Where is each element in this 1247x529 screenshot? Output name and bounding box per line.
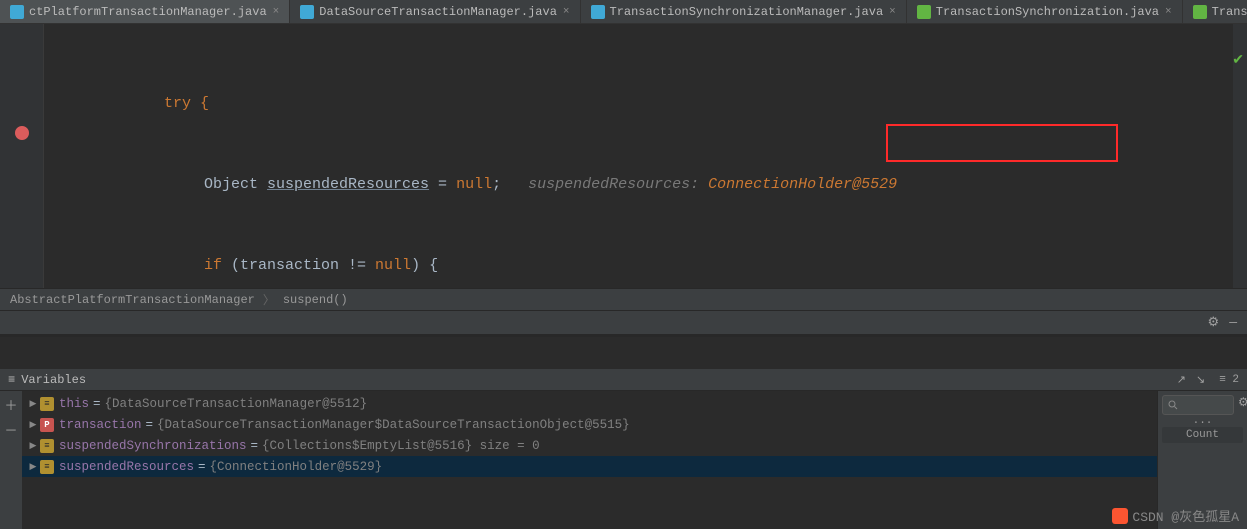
thread-frames-area <box>0 337 1247 369</box>
watermark: CSDN @灰色孤星A <box>1112 506 1239 525</box>
java-class-icon <box>591 5 605 19</box>
breadcrumb-class[interactable]: AbstractPlatformTransactionManager <box>10 293 255 307</box>
variable-row[interactable]: ▶≡suspendedResources={ConnectionHolder@5… <box>22 456 1157 477</box>
count-button[interactable]: Count <box>1162 427 1243 443</box>
minimize-icon[interactable]: — <box>1229 315 1237 330</box>
add-watch-icon[interactable]: ＋ <box>4 395 17 414</box>
more-dots[interactable]: ... <box>1158 415 1247 427</box>
expand-arrow-icon[interactable]: ▶ <box>26 462 40 472</box>
breadcrumb: AbstractPlatformTransactionManager 〉 sus… <box>0 288 1247 310</box>
variables-tree[interactable]: ▶≡this={DataSourceTransactionManager@551… <box>22 391 1157 529</box>
search-icon <box>1168 400 1178 410</box>
code-content: try { Object suspendedResources = null; … <box>44 24 1247 288</box>
remove-watch-icon[interactable]: － <box>4 420 17 439</box>
variables-panel: ≡Variables ↗ ↘ ≡ 2 ＋ － ▶≡this={DataSourc… <box>0 369 1247 529</box>
breadcrumb-method[interactable]: suspend() <box>283 293 348 307</box>
variable-row[interactable]: ▶≡this={DataSourceTransactionManager@551… <box>22 393 1157 414</box>
field-icon: ≡ <box>40 397 54 411</box>
variable-row[interactable]: ▶≡suspendedSynchronizations={Collections… <box>22 435 1157 456</box>
java-interface-icon <box>917 5 931 19</box>
variables-toolbar: ＋ － <box>0 391 22 529</box>
code-editor[interactable]: ✔ try { Object suspendedResources = null… <box>0 24 1247 288</box>
close-icon[interactable]: × <box>563 6 570 18</box>
field-icon: ≡ <box>40 439 54 453</box>
tab-file-2[interactable]: TransactionSynchronizationManager.java× <box>581 0 907 23</box>
gear-icon[interactable]: ⚙ <box>1238 395 1247 415</box>
chevron-right-icon: 〉 <box>263 291 275 308</box>
expand-icon[interactable]: ↗ <box>1177 373 1186 387</box>
editor-tabs: ctPlatformTransactionManager.java× DataS… <box>0 0 1247 24</box>
java-class-icon <box>10 5 24 19</box>
java-interface-icon <box>1193 5 1207 19</box>
editor-gutter <box>0 24 44 288</box>
param-icon: P <box>40 418 54 432</box>
field-icon: ≡ <box>40 460 54 474</box>
tab-file-4[interactable]: TransactionDefinition.java× <box>1183 0 1247 23</box>
breakpoint-icon[interactable] <box>15 126 29 140</box>
expand-arrow-icon[interactable]: ▶ <box>26 399 40 409</box>
tab-file-0[interactable]: ctPlatformTransactionManager.java× <box>0 0 290 23</box>
gear-icon[interactable]: ⚙ <box>1208 315 1220 330</box>
variable-row[interactable]: ▶Ptransaction={DataSourceTransactionMana… <box>22 414 1157 435</box>
expand-arrow-icon[interactable]: ▶ <box>26 441 40 451</box>
more-icon[interactable]: ≡ 2 <box>1219 374 1239 386</box>
tab-file-3[interactable]: TransactionSynchronization.java× <box>907 0 1183 23</box>
tool-strip: ⚙ — <box>0 310 1247 334</box>
variables-header: ≡Variables ↗ ↘ ≡ 2 <box>0 369 1247 391</box>
tab-file-1[interactable]: DataSourceTransactionManager.java× <box>290 0 580 23</box>
java-class-icon <box>300 5 314 19</box>
collapse-icon[interactable]: ↘ <box>1196 373 1205 387</box>
csdn-logo-icon <box>1112 508 1128 524</box>
close-icon[interactable]: × <box>1165 6 1172 18</box>
close-icon[interactable]: × <box>273 6 280 18</box>
expand-arrow-icon[interactable]: ▶ <box>26 420 40 430</box>
close-icon[interactable]: × <box>889 6 896 18</box>
list-icon: ≡ <box>8 373 15 387</box>
search-input[interactable] <box>1162 395 1234 415</box>
